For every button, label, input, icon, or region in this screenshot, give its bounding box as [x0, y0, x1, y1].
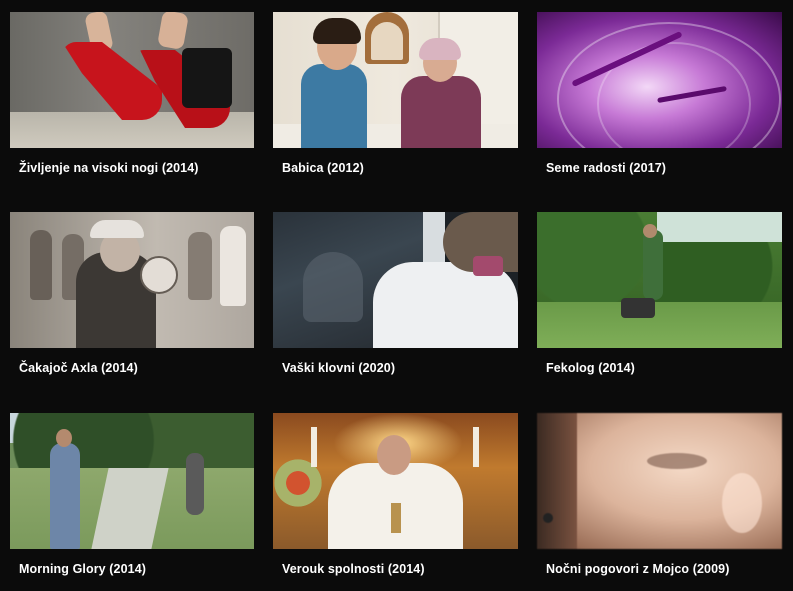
film-thumbnail[interactable] [10, 12, 254, 148]
film-thumbnail[interactable] [10, 413, 254, 549]
film-title[interactable]: Nočni pogovori z Mojco (2009) [546, 562, 729, 576]
film-title[interactable]: Življenje na visoki nogi (2014) [19, 161, 199, 175]
film-grid: Življenje na visoki nogi (2014) Babica (… [10, 12, 782, 591]
film-title[interactable]: Seme radosti (2017) [546, 161, 666, 175]
film-thumbnail[interactable] [537, 413, 782, 549]
film-card[interactable]: Verouk spolnosti (2014) [273, 413, 518, 591]
film-card[interactable]: Morning Glory (2014) [10, 413, 254, 591]
film-card[interactable]: Vaški klovni (2020) [273, 212, 518, 413]
film-thumbnail[interactable] [273, 12, 518, 148]
film-card[interactable]: Fekolog (2014) [537, 212, 782, 413]
film-card[interactable]: Seme radosti (2017) [537, 12, 782, 212]
film-thumbnail[interactable] [273, 212, 518, 348]
film-title[interactable]: Fekolog (2014) [546, 361, 635, 375]
film-thumbnail[interactable] [537, 212, 782, 348]
film-title[interactable]: Babica (2012) [282, 161, 364, 175]
film-title[interactable]: Čakajoč Axla (2014) [19, 361, 138, 375]
film-card[interactable]: Nočni pogovori z Mojco (2009) [537, 413, 782, 591]
film-thumbnail[interactable] [10, 212, 254, 348]
film-title[interactable]: Morning Glory (2014) [19, 562, 146, 576]
film-thumbnail[interactable] [537, 12, 782, 148]
film-title[interactable]: Verouk spolnosti (2014) [282, 562, 425, 576]
film-card[interactable]: Življenje na visoki nogi (2014) [10, 12, 254, 212]
page: { "films": [ { "title": "Življenje na vi… [0, 0, 793, 591]
film-card[interactable]: Čakajoč Axla (2014) [10, 212, 254, 413]
film-thumbnail[interactable] [273, 413, 518, 549]
film-title[interactable]: Vaški klovni (2020) [282, 361, 395, 375]
film-card[interactable]: Babica (2012) [273, 12, 518, 212]
